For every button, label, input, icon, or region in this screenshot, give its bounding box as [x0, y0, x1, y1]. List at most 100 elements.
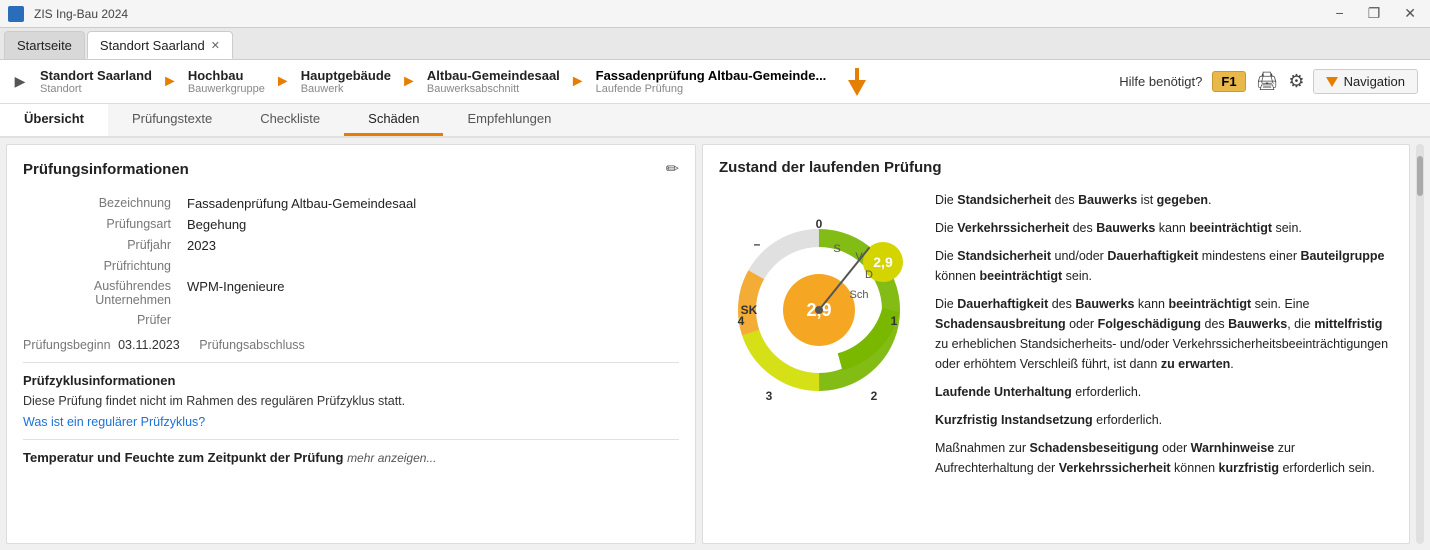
zustand-content: 2,9 SK 2,9 S V D Sch 0 1 2 3 4 [719, 190, 1393, 486]
value-unternehmen: WPM-Ingenieure [183, 276, 679, 310]
breadcrumb-standort-name: Standort Saarland [40, 68, 152, 83]
svg-text:1: 1 [891, 314, 898, 328]
pruefungsabschluss-label: Prüfungsabschluss [199, 338, 305, 352]
svg-text:Sch: Sch [850, 289, 869, 301]
value-pruefungsart: Begehung [183, 214, 679, 235]
tab-empfehlungen[interactable]: Empfehlungen [443, 104, 575, 136]
section-divider-2 [23, 439, 679, 440]
breadcrumb-arrow-2: ► [275, 73, 291, 91]
breadcrumb-hochbau-type: Bauwerkgruppe [188, 83, 265, 95]
chart-container: 2,9 SK 2,9 S V D Sch 0 1 2 3 4 [719, 190, 919, 486]
svg-text:4: 4 [738, 314, 745, 328]
pruefungsbeginn-label: Prüfungsbeginn [23, 338, 111, 352]
tab-startseite[interactable]: Startseite [4, 31, 85, 59]
info-table: Bezeichnung Fassadenprüfung Altbau-Gemei… [23, 193, 679, 330]
breadcrumb-item-standort[interactable]: Standort Saarland Standort [32, 68, 160, 95]
desc-5: Laufende Unterhaltung erforderlich. [935, 382, 1393, 402]
breadcrumb-item-fassade[interactable]: Fassadenprüfung Altbau-Gemeinde... Laufe… [588, 68, 835, 95]
section-tabs: Übersicht Prüfungstexte Checkliste Schäd… [0, 104, 1430, 138]
breadcrumb-back-button[interactable]: ▶ [8, 60, 32, 104]
svg-text:3: 3 [766, 389, 773, 403]
settings-icon[interactable]: ⚙ [1288, 71, 1304, 92]
desc-6: Kurzfristig Instandsetzung erforderlich. [935, 410, 1393, 430]
scrollbar[interactable] [1416, 144, 1424, 544]
panel-title: Prüfungsinformationen [23, 161, 189, 178]
restore-button[interactable]: ❐ [1362, 5, 1387, 22]
tab-close-icon[interactable]: ✕ [211, 39, 220, 52]
breadcrumb-altbau-type: Bauwerksabschnitt [427, 83, 560, 95]
zyklus-text: Diese Prüfung findet nicht im Rahmen des… [23, 394, 679, 408]
desc-1: Die Standsicherheit des Bauwerks ist geg… [935, 190, 1393, 210]
navigation-dropdown[interactable]: Navigation [1313, 69, 1418, 94]
hilfe-label: Hilfe benötigt? [1119, 74, 1202, 89]
desc-3: Die Standsicherheit und/oder Dauerhaftig… [935, 246, 1393, 286]
breadcrumb-arrow-3: ► [401, 73, 417, 91]
tab-startseite-label: Startseite [17, 38, 72, 53]
navigation-label: Navigation [1344, 74, 1405, 89]
app-icon [8, 6, 24, 22]
breadcrumb-hauptgebaeude-name: Hauptgebäude [301, 68, 391, 83]
value-pruefer [183, 310, 679, 330]
tab-pruefungstexte[interactable]: Prüfungstexte [108, 104, 236, 136]
breadcrumb: ▶ Standort Saarland Standort ► Hochbau B… [0, 60, 1430, 104]
left-panel: Prüfungsinformationen ✏ Bezeichnung Fass… [6, 144, 696, 544]
pruefungsbeginn-value: 03.11.2023 [118, 338, 180, 352]
breadcrumb-item-hauptgebaeude[interactable]: Hauptgebäude Bauwerk [293, 68, 399, 95]
table-row: Prüfjahr 2023 [23, 235, 679, 256]
breadcrumb-arrow-4: ► [570, 73, 586, 91]
breadcrumb-fassade-name: Fassadenprüfung Altbau-Gemeinde... [596, 68, 827, 83]
breadcrumb-altbau-name: Altbau-Gemeindesaal [427, 68, 560, 83]
label-bezeichnung: Bezeichnung [23, 193, 183, 214]
label-pruefer: Prüfer [23, 310, 183, 330]
temp-expand-link[interactable]: mehr anzeigen... [347, 451, 436, 465]
breadcrumb-hauptgebaeude-type: Bauwerk [301, 83, 391, 95]
breadcrumb-item-hochbau[interactable]: Hochbau Bauwerkgruppe [180, 68, 273, 95]
f1-button[interactable]: F1 [1212, 71, 1245, 92]
svg-text:0: 0 [816, 217, 823, 231]
pruefungsbeginn-row: Prüfungsbeginn 03.11.2023 Prüfungsabschl… [23, 338, 679, 352]
app-title: ZIS Ing-Bau 2024 [34, 7, 128, 21]
close-button[interactable]: ✕ [1398, 5, 1422, 22]
value-pruefrichtung [183, 256, 679, 276]
right-panel-title: Zustand der laufenden Prüfung [719, 159, 1393, 176]
edit-icon[interactable]: ✏ [666, 159, 679, 179]
label-unternehmen: AusführendesUnternehmen [23, 276, 183, 310]
svg-text:2,9: 2,9 [873, 254, 893, 270]
breadcrumb-standort-type: Standort [40, 83, 152, 95]
zyklus-link[interactable]: Was ist ein regulärer Prüfzyklus? [23, 415, 205, 429]
desc-4: Die Dauerhaftigkeit des Bauwerks kann be… [935, 294, 1393, 374]
gauge-chart: 2,9 SK 2,9 S V D Sch 0 1 2 3 4 [719, 190, 919, 410]
zyklus-title: Prüfzyklusinformationen [23, 373, 679, 388]
section-divider-1 [23, 362, 679, 363]
breadcrumb-hochbau-name: Hochbau [188, 68, 244, 83]
table-row: Prüfer [23, 310, 679, 330]
temp-label: Temperatur und Feuchte zum Zeitpunkt der… [23, 450, 343, 465]
table-row: Bezeichnung Fassadenprüfung Altbau-Gemei… [23, 193, 679, 214]
tab-checkliste[interactable]: Checkliste [236, 104, 344, 136]
tab-bar: Startseite Standort Saarland ✕ [0, 28, 1430, 60]
label-pruefrichtung: Prüfrichtung [23, 256, 183, 276]
svg-text:2: 2 [871, 389, 878, 403]
svg-text:D: D [865, 269, 873, 281]
nav-down-arrow-icon [846, 66, 868, 98]
table-row: Prüfrichtung [23, 256, 679, 276]
main-content: Prüfungsinformationen ✏ Bezeichnung Fass… [0, 138, 1430, 550]
breadcrumb-arrow-1: ► [162, 73, 178, 91]
right-panel: Zustand der laufenden Prüfung [702, 144, 1410, 544]
tab-standort-saarland[interactable]: Standort Saarland ✕ [87, 31, 233, 59]
tab-uebersicht[interactable]: Übersicht [0, 104, 108, 136]
label-prufjahr: Prüfjahr [23, 235, 183, 256]
desc-area: Die Standsicherheit des Bauwerks ist geg… [935, 190, 1393, 486]
breadcrumb-item-altbau[interactable]: Altbau-Gemeindesaal Bauwerksabschnitt [419, 68, 568, 95]
label-pruefungsart: Prüfungsart [23, 214, 183, 235]
value-prufjahr: 2023 [183, 235, 679, 256]
tab-schaeden[interactable]: Schäden [344, 104, 443, 136]
desc-2: Die Verkehrssicherheit des Bauwerks kann… [935, 218, 1393, 238]
svg-text:S: S [833, 243, 840, 255]
print-icon[interactable]: 🖨 [1256, 71, 1279, 92]
tab-standort-label: Standort Saarland [100, 38, 205, 53]
table-row: AusführendesUnternehmen WPM-Ingenieure [23, 276, 679, 310]
title-bar: ZIS Ing-Bau 2024 − ❐ ✕ [0, 0, 1430, 28]
minimize-button[interactable]: − [1330, 5, 1350, 22]
table-row: Prüfungsart Begehung [23, 214, 679, 235]
